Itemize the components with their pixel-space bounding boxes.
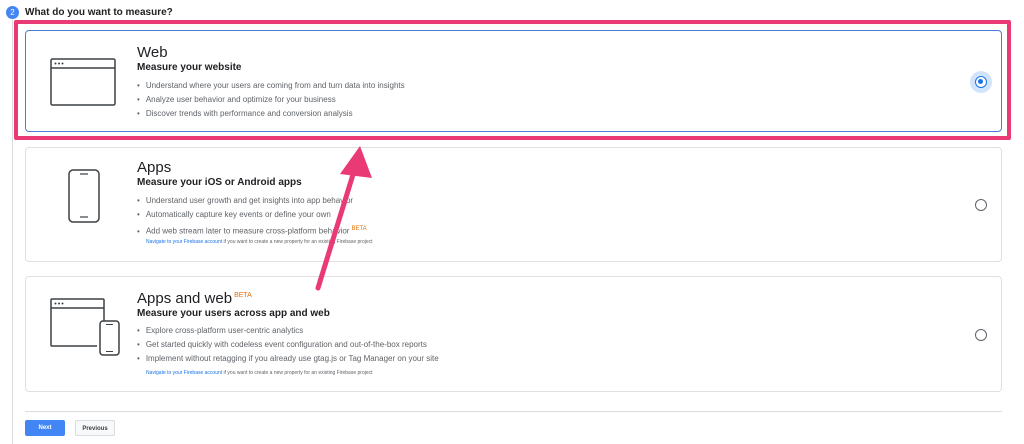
option-name: Apps <box>137 159 172 176</box>
option-card-apps[interactable]: Apps Measure your iOS or Android apps Un… <box>25 147 1002 262</box>
firebase-note-text: if you want to create a new property for… <box>222 370 373 376</box>
smartphone-icon <box>68 169 100 223</box>
browser-window-icon <box>50 58 116 106</box>
option-card-web[interactable]: Web Measure your website Understand wher… <box>25 30 1002 132</box>
annotation-arrow-icon <box>315 146 372 291</box>
option-bullet-list: Explore cross-platform user-centric anal… <box>137 324 439 366</box>
previous-button[interactable]: Previous <box>75 420 115 436</box>
list-item: Understand where your users are coming f… <box>137 79 405 93</box>
firebase-note: Navigate to your Firebase account if you… <box>146 370 373 376</box>
list-item: Implement without retagging if you alrea… <box>137 352 439 366</box>
browser-and-phone-icon <box>50 298 120 356</box>
stepper-line <box>12 20 13 444</box>
option-name-text: Apps and web <box>137 290 233 307</box>
firebase-link[interactable]: Navigate to your Firebase account <box>146 370 222 376</box>
firebase-link[interactable]: Navigate to your Firebase account <box>146 239 222 245</box>
list-item: Explore cross-platform user-centric anal… <box>137 324 439 338</box>
option-card-apps-and-web[interactable]: Apps and web BETA Measure your users acro… <box>25 276 1002 392</box>
option-subtitle: Measure your website <box>137 62 242 73</box>
footer-divider <box>25 411 1002 412</box>
option-name: Apps and web BETA <box>137 290 252 307</box>
radio-apps[interactable] <box>975 199 987 211</box>
step-title: What do you want to measure? <box>25 7 173 18</box>
next-button[interactable]: Next <box>25 420 65 436</box>
radio-apps-and-web[interactable] <box>975 329 987 341</box>
option-subtitle: Measure your users across app and web <box>137 308 330 319</box>
list-item: Discover trends with performance and con… <box>137 107 405 121</box>
option-name: Web <box>137 44 168 61</box>
beta-badge: BETA <box>234 292 252 299</box>
radio-web[interactable] <box>975 76 987 88</box>
option-subtitle: Measure your iOS or Android apps <box>137 177 302 188</box>
step-number-badge: 2 <box>6 6 19 19</box>
list-item: Get started quickly with codeless event … <box>137 338 439 352</box>
option-bullet-list: Understand where your users are coming f… <box>137 79 405 121</box>
list-item: Analyze user behavior and optimize for y… <box>137 93 405 107</box>
